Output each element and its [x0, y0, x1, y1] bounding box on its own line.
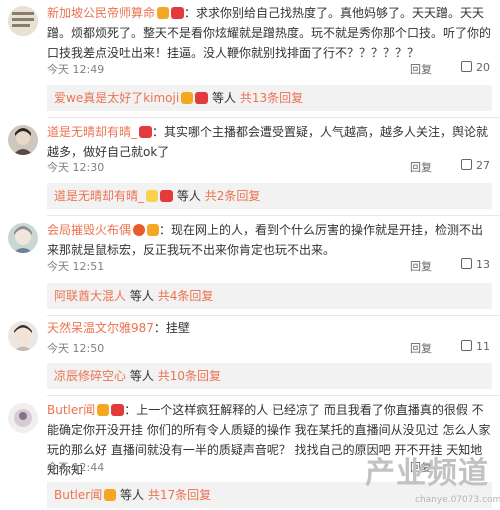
sub-reply-summary[interactable]: 凉辰修碎空心 等人 共10条回复 — [47, 363, 492, 389]
avatar-image — [8, 321, 38, 351]
separator: ： — [159, 223, 172, 237]
vip-badge-icon — [97, 404, 110, 416]
redpacket-badge-icon — [160, 190, 174, 202]
like-button[interactable]: 11 — [461, 340, 490, 353]
sub-reply-user[interactable]: 爱we真是太好了kimoji — [54, 91, 179, 105]
avatar[interactable] — [8, 321, 38, 351]
reply-button[interactable]: 回复 — [410, 159, 432, 175]
star-badge-icon — [133, 224, 146, 236]
comment-time: 今天 12:49 — [47, 63, 105, 76]
sub-reply-mid: 等人 — [120, 488, 145, 502]
vip-badge-icon — [181, 92, 194, 104]
comment-username[interactable]: 道是无晴却有晴_ — [47, 125, 137, 139]
thumb-up-icon — [461, 159, 472, 170]
comment-time: 今天 12:30 — [47, 161, 105, 174]
avatar-image — [8, 403, 38, 433]
like-button[interactable]: 27 — [461, 159, 490, 172]
gift-badge-icon — [146, 190, 159, 202]
sub-reply-mid: 等人 — [129, 369, 154, 383]
separator: ： — [152, 125, 165, 139]
divider — [47, 315, 500, 316]
redpacket-badge-icon — [111, 404, 125, 416]
like-button[interactable]: 20 — [461, 61, 490, 74]
sub-reply-mid: 等人 — [129, 289, 154, 303]
comment-username[interactable]: 会局摧毁火布偶 — [47, 223, 131, 237]
sub-reply-user[interactable]: 阿联酋大混人 — [54, 289, 126, 303]
like-button[interactable]: 13 — [461, 258, 490, 271]
sub-reply-count[interactable]: 共13条回复 — [240, 91, 303, 105]
separator: ： — [153, 321, 166, 335]
avatar[interactable] — [8, 403, 38, 433]
comment-text: 挂壁 — [165, 321, 190, 335]
vip-badge-icon — [147, 224, 160, 236]
redpacket-badge-icon — [195, 92, 209, 104]
sub-reply-user[interactable]: Butler闻 — [54, 488, 102, 502]
sub-reply-user[interactable]: 凉辰修碎空心 — [54, 369, 126, 383]
comment-meta: 今天 12:51 回复 13 — [47, 258, 492, 274]
sub-reply-summary[interactable]: 道是无晴却有晴_ 等人 共2条回复 — [47, 183, 492, 209]
sub-reply-summary[interactable]: 阿联酋大混人 等人 共4条回复 — [47, 283, 492, 309]
comment-body: 新加坡公民帝师算命 ：求求你别给自己找热度了。真他妈够了。天天蹭。天天蹭。烦都烦死… — [47, 3, 492, 63]
thumb-up-icon — [461, 340, 472, 351]
comment-username[interactable]: 新加坡公民帝师算命 — [47, 6, 155, 20]
reply-button[interactable]: 回复 — [410, 61, 432, 77]
redpacket-badge-icon — [171, 7, 185, 19]
avatar-image — [8, 125, 38, 155]
divider — [47, 395, 500, 396]
avatar[interactable] — [8, 6, 38, 36]
separator: ： — [124, 403, 137, 417]
comment-meta: 今天 12:50 回复 11 — [47, 340, 492, 356]
sub-reply-count[interactable]: 共2条回复 — [205, 189, 261, 203]
sub-reply-summary[interactable]: 爱we真是太好了kimoji 等人 共13条回复 — [47, 85, 492, 111]
comment-username[interactable]: Butler闻 — [47, 403, 95, 417]
sub-reply-count[interactable]: 共4条回复 — [158, 289, 214, 303]
reply-button[interactable]: 回复 — [410, 340, 432, 356]
comment-username[interactable]: 天然呆温文尔雅987 — [47, 321, 154, 335]
sub-reply-count[interactable]: 共17条回复 — [148, 488, 211, 502]
like-count: 27 — [476, 159, 490, 172]
comment-time: 今天 12:44 — [47, 461, 105, 474]
sub-reply-mid: 等人 — [176, 189, 201, 203]
comment-meta: 今天 12:30 回复 27 — [47, 159, 492, 175]
sub-reply-mid: 等人 — [212, 91, 237, 105]
thumb-up-icon — [461, 61, 472, 72]
like-count: 20 — [476, 61, 490, 74]
comment-meta: 今天 12:49 回复 20 — [47, 61, 492, 77]
divider — [47, 215, 500, 216]
comment-body: 会局摧毁火布偶 ：现在网上的人，看到个什么厉害的操作就是开挂，检测不出来那就是鼠标… — [47, 220, 492, 260]
sub-reply-user[interactable]: 道是无晴却有晴_ — [54, 189, 144, 203]
watermark-title: 产业频道 — [365, 456, 489, 491]
vip-badge-icon — [104, 489, 117, 501]
like-count: 13 — [476, 258, 490, 271]
avatar[interactable] — [8, 125, 38, 155]
watermark-logo: 产业频道 chanye.07073.com — [365, 455, 500, 510]
thumb-up-icon — [461, 258, 472, 269]
watermark-url: chanye.07073.com — [415, 495, 500, 505]
avatar-image — [8, 6, 38, 36]
comment-time: 今天 12:50 — [47, 342, 105, 355]
comment-time: 今天 12:51 — [47, 260, 105, 273]
comment-body: 天然呆温文尔雅987：挂壁 — [47, 318, 492, 338]
comment-body: 道是无晴却有晴_ ：其实哪个主播都会遭受置疑，人气越高，越多人关注，舆论就越多，做… — [47, 122, 492, 162]
avatar-image — [8, 223, 38, 253]
reply-button[interactable]: 回复 — [410, 258, 432, 274]
redpacket-badge-icon — [139, 126, 153, 138]
divider — [47, 117, 500, 118]
like-count: 11 — [476, 340, 490, 353]
sub-reply-count[interactable]: 共10条回复 — [158, 369, 221, 383]
avatar[interactable] — [8, 223, 38, 253]
vip-badge-icon — [157, 7, 170, 19]
separator: ： — [184, 6, 197, 20]
